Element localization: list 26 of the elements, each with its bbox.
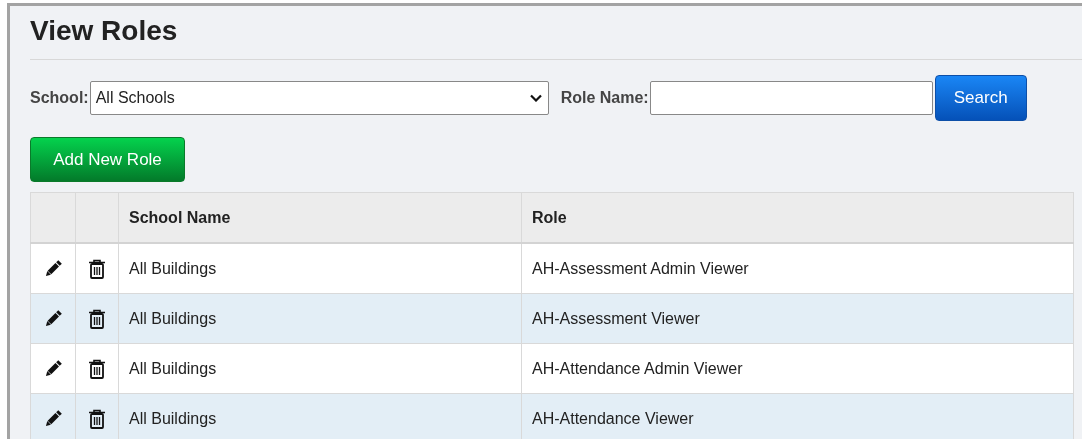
table-cell: AH-Attendance Admin Viewer <box>521 343 1074 394</box>
table-cell: All Buildings <box>118 343 522 394</box>
caret-icon <box>529 94 542 102</box>
pencil-icon[interactable] <box>43 308 63 329</box>
table-cell: AH-Assessment Viewer <box>521 293 1074 344</box>
pencil-icon[interactable] <box>43 258 63 279</box>
page-title: View Roles <box>30 14 179 48</box>
column-header: Role <box>521 192 1074 243</box>
table-cell: All Buildings <box>118 293 522 344</box>
role-name-label: Role Name: <box>560 89 649 107</box>
role-name-field[interactable] <box>649 81 933 115</box>
school-dropdown[interactable]: All Schools <box>89 81 549 115</box>
table-cell: All Buildings <box>118 243 522 294</box>
pencil-icon[interactable] <box>43 358 63 379</box>
pencil-icon[interactable] <box>43 408 63 429</box>
column-header: School Name <box>118 192 522 243</box>
table-cell: AH-Attendance Viewer <box>521 393 1074 439</box>
table-cell: All Buildings <box>118 393 522 439</box>
add-new-role-button[interactable]: Add New Role <box>30 137 185 182</box>
search-button[interactable]: Search <box>934 75 1027 121</box>
school-label: School: <box>30 89 89 107</box>
trash-icon[interactable] <box>88 258 106 279</box>
trash-icon[interactable] <box>88 358 106 379</box>
table-cell: AH-Assessment Admin Viewer <box>521 243 1074 294</box>
trash-icon[interactable] <box>88 308 106 329</box>
trash-icon[interactable] <box>88 408 106 429</box>
